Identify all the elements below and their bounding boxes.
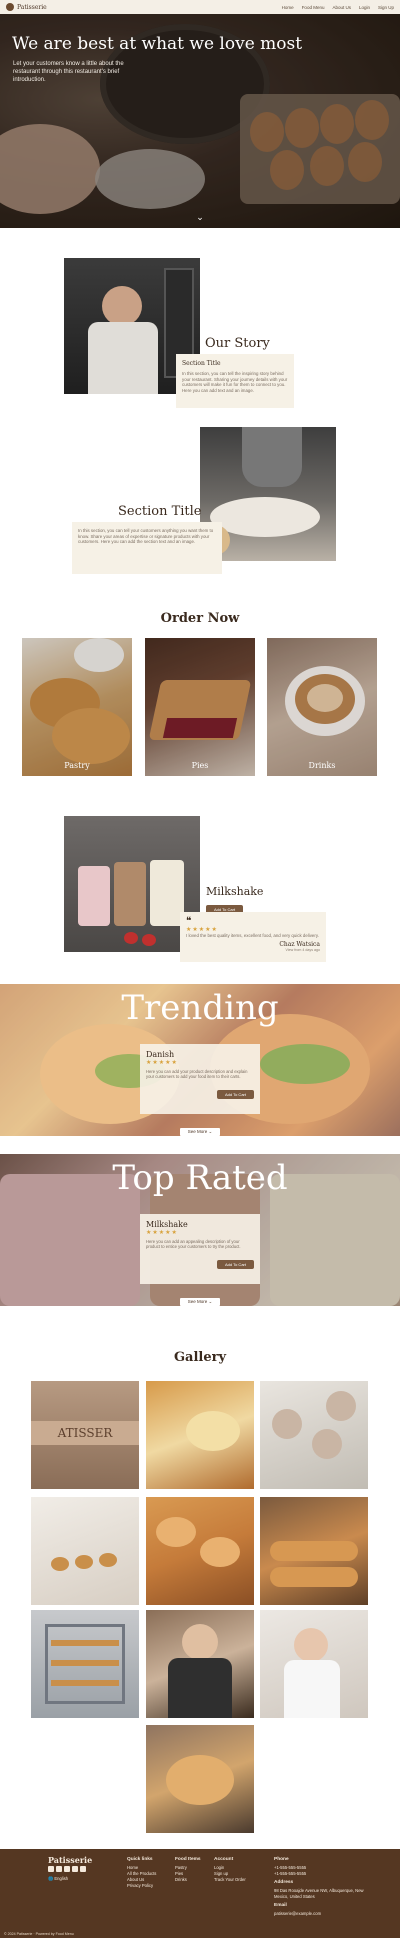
section-card: In this section, you can tell your custo… (72, 522, 222, 574)
footer-link-drinks[interactable]: Drinks (175, 1877, 201, 1883)
footer: Patisserie 🌐 English Quick links Home Al… (0, 1849, 400, 1938)
nav-home[interactable]: Home (282, 5, 294, 10)
order-now-title: Order Now (160, 611, 240, 626)
trending-item-name: Danish (146, 1050, 175, 1059)
gallery-image-2[interactable] (146, 1381, 254, 1489)
footer-brand-col: Patisserie 🌐 English (48, 1855, 93, 1882)
top-navbar: Patisserie Home Food Menu About Us Login… (0, 0, 400, 14)
nav-login[interactable]: Login (359, 5, 370, 10)
twitter-icon[interactable] (56, 1866, 62, 1872)
order-tile-pies-label: Pies (191, 761, 209, 770)
trending-banner: Trending Danish ★★★★★ Here you can add y… (0, 984, 400, 1136)
top-rated-add-to-cart-button[interactable]: Add To Cart (216, 1259, 254, 1269)
top-rated-see-more-button[interactable]: See More ⌄ (180, 1298, 220, 1306)
order-tile-pastry-label: Pastry (64, 761, 90, 770)
linkedin-icon[interactable] (72, 1866, 78, 1872)
gallery-image-6[interactable] (260, 1497, 368, 1605)
gallery-image-10[interactable] (146, 1725, 254, 1833)
social-icons (48, 1866, 92, 1872)
section-card-text: In this section, you can tell your custo… (78, 528, 214, 545)
footer-brand: Patisserie (48, 1855, 93, 1865)
top-rated-card: Milkshake ★★★★★ Here you can add an appe… (140, 1214, 260, 1284)
story-card-heading: Section Title (182, 360, 221, 367)
top-rated-stars: ★★★★★ (146, 1230, 178, 1236)
hero-section: We are best at what we love most Let you… (0, 14, 400, 228)
trending-card: Danish ★★★★★ Here you can add your produ… (140, 1044, 260, 1114)
hero-title: We are best at what we love most (12, 34, 303, 54)
gallery-image-5[interactable] (146, 1497, 254, 1605)
quote-icon: ❝ (186, 916, 192, 927)
review-time: View from 4 days ago (285, 947, 321, 952)
gallery-image-9[interactable] (260, 1610, 368, 1718)
top-rated-banner: Top Rated Milkshake ★★★★★ Here you can a… (0, 1154, 400, 1306)
language-label: English (54, 1876, 69, 1881)
footer-email[interactable]: patisserie@example.com (274, 1911, 374, 1917)
footer-quick-links: Quick links Home All the Products About … (127, 1857, 156, 1889)
nav-sign-up[interactable]: Sign Up (378, 5, 394, 10)
footer-contact: Phone +1-555-555-5555 +1-555-555-5555 Ad… (274, 1857, 374, 1917)
order-tile-pastry[interactable]: Pastry (22, 638, 132, 776)
gallery-title: Gallery (173, 1350, 227, 1365)
copyright: © 2024 Patisserie · Powered by Food Menu (4, 1932, 74, 1936)
story-card-text: In this section, you can tell the inspir… (182, 371, 288, 393)
email-heading: Email (274, 1903, 287, 1908)
top-rated-see-more-label: See More (187, 1299, 208, 1304)
trending-desc: Here you can add your product descriptio… (146, 1069, 248, 1080)
gallery-image-3[interactable] (260, 1381, 368, 1489)
order-tile-pies[interactable]: Pies (145, 638, 255, 776)
nav-food-menu[interactable]: Food Menu (302, 5, 325, 10)
logo-icon[interactable] (6, 3, 14, 11)
order-tile-drinks-label: Drinks (308, 761, 336, 770)
top-rated-item-name: Milkshake (146, 1220, 188, 1229)
trending-stars: ★★★★★ (146, 1060, 178, 1066)
top-rated-title: Top Rated (112, 1158, 288, 1198)
gallery-image-4[interactable] (31, 1497, 139, 1605)
top-rated-desc: Here you can add an appealing descriptio… (146, 1239, 241, 1250)
order-tile-drinks[interactable]: Drinks (267, 638, 377, 776)
review-text: I loved the best quality items, excellen… (186, 933, 319, 938)
hero-subtitle: Let your customers know a little about t… (13, 61, 124, 83)
footer-link-privacy[interactable]: Privacy Policy (127, 1883, 156, 1889)
main-nav: Home Food Menu About Us Login Sign Up (282, 5, 394, 10)
gallery-image-1[interactable]: ATISSER (31, 1381, 139, 1489)
language-selector[interactable]: 🌐 English (48, 1876, 92, 1882)
account-heading: Account (214, 1857, 234, 1862)
trending-add-to-cart-button[interactable]: Add To Cart (216, 1089, 254, 1099)
footer-food-items: Food Items Pastry Pies Drinks (175, 1857, 201, 1883)
footer-address: 98 Das Rooajde Avenue NW, Albuquerque, N… (274, 1888, 364, 1899)
story-card: Section Title In this section, you can t… (176, 354, 294, 408)
trending-see-more-label: See More (187, 1129, 208, 1134)
product-name: Milkshake (206, 885, 264, 898)
scroll-down-chevron-icon[interactable]: ⌄ (195, 212, 205, 222)
instagram-icon[interactable] (80, 1866, 86, 1872)
food-items-heading: Food Items (175, 1857, 201, 1862)
address-heading: Address (274, 1880, 294, 1885)
brand-name[interactable]: Patisserie (17, 4, 47, 11)
trending-title: Trending (121, 988, 279, 1028)
nav-about-us[interactable]: About Us (332, 5, 351, 10)
footer-account: Account Login Sign up Track Your Order (214, 1857, 246, 1883)
gallery-image-8[interactable] (146, 1610, 254, 1718)
trending-see-more-button[interactable]: See More ⌄ (180, 1128, 220, 1136)
section-title: Section Title (118, 504, 202, 519)
review-stars: ★★★★★ (186, 927, 218, 933)
youtube-icon[interactable] (64, 1866, 70, 1872)
quick-links-heading: Quick links (127, 1857, 153, 1862)
footer-phone-2[interactable]: +1-555-555-5555 (274, 1871, 374, 1877)
review-card: ❝ ★★★★★ I loved the best quality items, … (180, 912, 326, 962)
gallery-image-7[interactable] (31, 1610, 139, 1718)
facebook-icon[interactable] (48, 1866, 54, 1872)
footer-link-track-order[interactable]: Track Your Order (214, 1877, 246, 1883)
phone-heading: Phone (274, 1857, 289, 1862)
reviewer-name: Chaz Watsica (279, 940, 320, 948)
story-title: Our Story (205, 336, 270, 351)
